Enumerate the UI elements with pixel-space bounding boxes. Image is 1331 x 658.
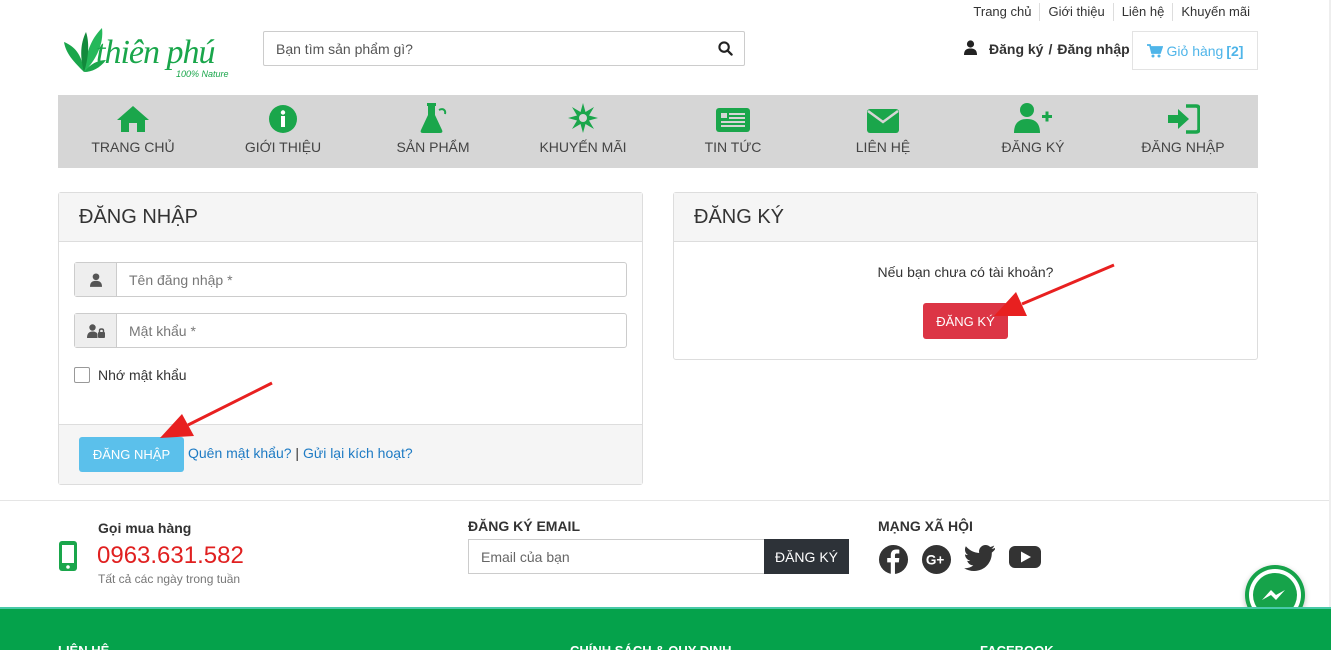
resend-activation-link[interactable]: Gửi lại kích hoạt? [303,445,413,461]
footer-divider [0,500,1331,501]
mobile-phone-icon [59,541,77,571]
main-nav: TRANG CHỦ GIỚI THIỆU SẢN PHẨM KHUYẾN MÃI… [58,95,1258,168]
social-block: MẠNG XÃ HỘI G+ [878,518,1041,575]
link-separator: | [295,445,300,461]
account-register-link[interactable]: Đăng ký [989,41,1043,57]
newsletter-email-input[interactable] [468,539,764,574]
newsletter-subscribe-button[interactable]: ĐĂNG KÝ [764,539,849,574]
google-plus-icon[interactable]: G+ [921,544,952,575]
nav-label: ĐĂNG NHẬP [1141,139,1225,155]
newspaper-icon [716,108,750,132]
nav-item-home[interactable]: TRANG CHỦ [58,95,208,168]
nav-label: TRANG CHỦ [91,139,175,155]
nav-item-contact[interactable]: LIÊN HỆ [808,95,958,168]
footer-col-facebook: FACEBOOK [980,643,1054,658]
youtube-icon[interactable] [1008,544,1042,570]
site-logo[interactable]: thiên phú 100% Nature [60,22,235,82]
hotline-number[interactable]: 0963.631.582 [97,542,244,570]
nav-label: TIN TỨC [704,139,762,155]
nav-item-products[interactable]: SẢN PHẨM [358,95,508,168]
account-login-link[interactable]: Đăng nhập [1057,41,1129,57]
login-help-links: Quên mật khẩu? | Gửi lại kích hoạt? [188,445,413,461]
password-input[interactable] [117,314,626,347]
account-separator: / [1048,41,1053,57]
logo-tagline: 100% Nature [176,69,229,79]
top-link-home[interactable]: Trang chủ [965,3,1039,21]
hotline-note: Tất cả các ngày trong tuần [98,572,241,586]
nav-item-promotions[interactable]: KHUYẾN MÃI [508,95,658,168]
envelope-icon [867,109,899,133]
footer-col-policies: CHÍNH SÁCH & QUY ĐỊNH [570,643,732,658]
facebook-icon[interactable] [878,544,909,575]
remember-label: Nhớ mật khẩu [98,367,187,383]
username-input[interactable] [117,263,626,296]
nav-label: KHUYẾN MÃI [539,139,627,155]
cart-label: Giỏ hàng [1166,42,1224,59]
sign-in-icon [1168,104,1200,134]
remember-checkbox[interactable] [74,367,90,383]
forgot-password-link[interactable]: Quên mật khẩu? [188,445,292,461]
register-button[interactable]: ĐĂNG KÝ [923,303,1008,339]
account-links: Đăng ký / Đăng nhập [964,40,1130,58]
search-icon[interactable] [706,41,744,56]
register-panel: ĐĂNG KÝ Nếu bạn chưa có tài khoản? ĐĂNG … [673,192,1258,360]
top-link-promotions[interactable]: Khuyến mãi [1172,3,1258,21]
svg-text:G+: G+ [926,552,945,567]
password-field [74,313,627,348]
user-icon [964,40,977,58]
nav-label: ĐĂNG KÝ [1001,139,1065,155]
cart-count: [2] [1226,42,1244,59]
nav-item-register[interactable]: ĐĂNG KÝ [958,95,1108,168]
burst-icon [568,103,598,133]
footer-green-bar: LIÊN HỆ CHÍNH SÁCH & QUY ĐỊNH FACEBOOK [0,607,1331,658]
register-panel-title: ĐĂNG KÝ [674,193,1257,242]
top-link-contact[interactable]: Liên hệ [1112,3,1173,21]
info-icon [269,105,297,133]
hotline-label: Gọi mua hàng [98,520,192,536]
newsletter-block: ĐĂNG KÝ EMAIL ĐĂNG KÝ [468,518,849,574]
user-plus-icon [1014,103,1052,133]
social-icons: G+ [878,544,1042,575]
logo-brand: thiên phú [96,34,215,71]
home-icon [117,106,149,132]
nav-item-news[interactable]: TIN TỨC [658,95,808,168]
login-submit-button[interactable]: ĐĂNG NHẬP [79,437,184,472]
nav-label: LIÊN HỆ [855,139,911,155]
nav-label: SẢN PHẨM [396,139,470,155]
user-icon [75,263,117,296]
login-panel-footer: ĐĂNG NHẬP Quên mật khẩu? | Gửi lại kích … [59,424,642,484]
remember-me[interactable]: Nhớ mật khẩu [74,367,187,383]
social-label: MẠNG XÃ HỘI [878,518,973,534]
nav-item-about[interactable]: GIỚI THIỆU [208,95,358,168]
cart-icon [1146,43,1163,57]
flask-icon [420,103,447,133]
newsletter-form: ĐĂNG KÝ [468,539,849,574]
search-input[interactable] [264,32,706,65]
newsletter-label: ĐĂNG KÝ EMAIL [468,518,580,534]
username-field [74,262,627,297]
cart-button[interactable]: Giỏ hàng [2] [1132,31,1258,70]
search-box [263,31,745,66]
login-panel-title: ĐĂNG NHẬP [59,193,642,242]
top-links: Trang chủ Giới thiệu Liên hệ Khuyến mãi [965,3,1258,21]
nav-label: GIỚI THIỆU [244,139,322,155]
user-lock-icon [75,314,117,347]
top-link-about[interactable]: Giới thiệu [1039,3,1112,21]
nav-item-login[interactable]: ĐĂNG NHẬP [1108,95,1258,168]
login-panel: ĐĂNG NHẬP Nhớ mật khẩu ĐĂNG NHẬP Quên mậ… [58,192,643,485]
footer-col-contact: LIÊN HỆ [58,643,110,658]
twitter-icon[interactable] [964,544,996,572]
register-prompt: Nếu bạn chưa có tài khoản? [877,264,1054,280]
